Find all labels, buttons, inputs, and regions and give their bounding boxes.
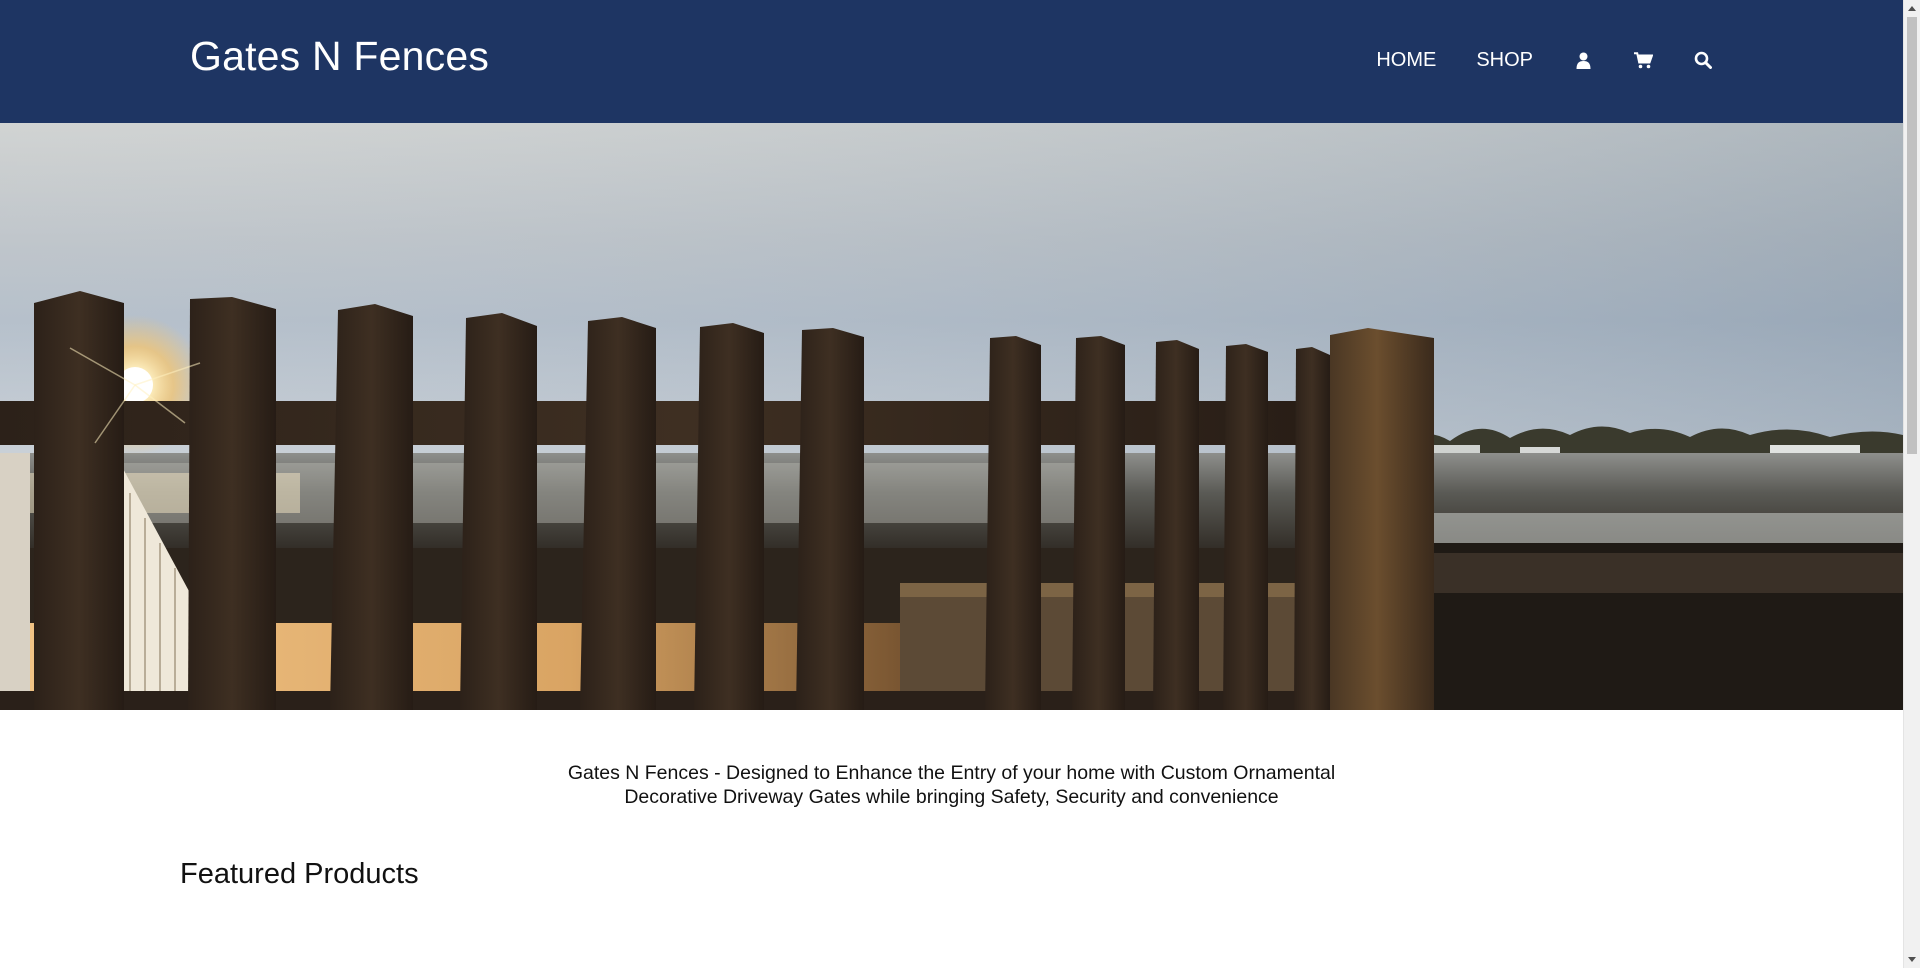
tagline-line-1: Gates N Fences - Designed to Enhance the… (567, 761, 1336, 784)
site-header: Gates N Fences HOME SHOP (0, 0, 1903, 123)
featured-products-heading: Featured Products (180, 858, 419, 890)
nav-home-link[interactable]: HOME (1376, 46, 1436, 74)
main-nav: HOME SHOP (1336, 46, 1713, 74)
site-logo-link[interactable]: Gates N Fences (190, 33, 489, 80)
page: Gates N Fences HOME SHOP Gates N Fences … (0, 0, 1903, 968)
scroll-down-arrow-icon[interactable] (1904, 951, 1920, 968)
search-icon[interactable] (1693, 49, 1713, 71)
nav-shop-link[interactable]: SHOP (1476, 46, 1533, 74)
tagline-line-2: Decorative Driveway Gates while bringing… (624, 785, 1279, 808)
scroll-up-arrow-icon[interactable] (1904, 0, 1920, 17)
cart-icon[interactable] (1633, 49, 1653, 71)
hero-image (0, 123, 1903, 710)
tagline: Gates N Fences - Designed to Enhance the… (0, 761, 1903, 809)
vertical-scrollbar[interactable] (1903, 0, 1920, 968)
scrollbar-thumb[interactable] (1907, 17, 1917, 454)
user-icon[interactable] (1573, 49, 1593, 71)
hero-banner (0, 123, 1903, 710)
